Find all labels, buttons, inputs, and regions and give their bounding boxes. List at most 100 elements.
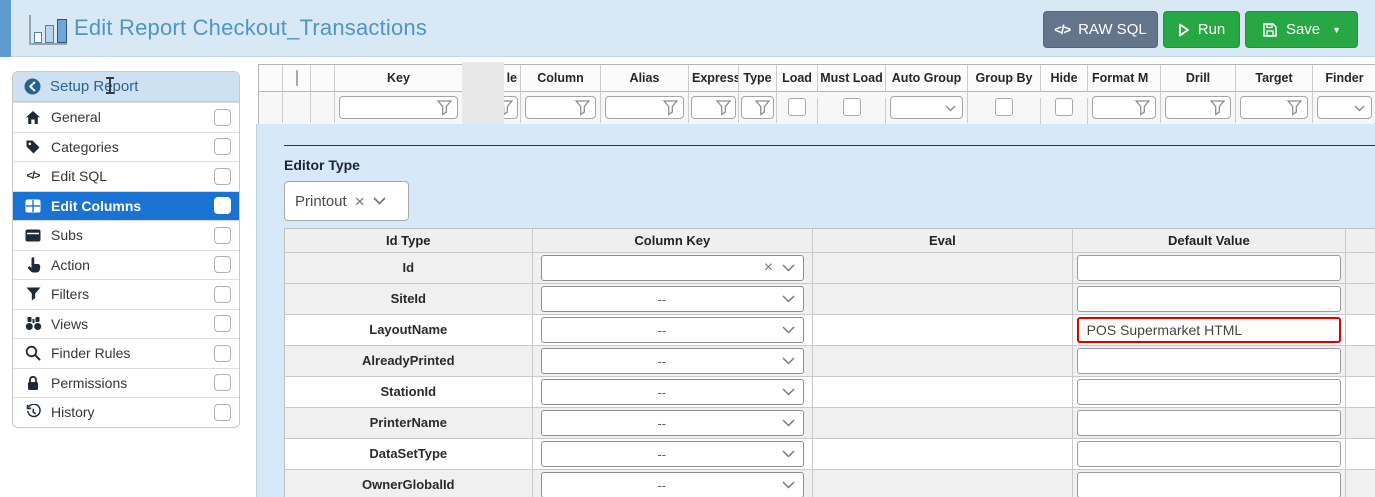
default-value-input[interactable] <box>1077 379 1342 405</box>
sidebar-header[interactable]: Setup Report <box>13 72 239 102</box>
history-checkbox[interactable] <box>214 404 231 421</box>
col-header-must-load[interactable]: Must Load <box>818 65 886 92</box>
sidebar-item-action[interactable]: Action <box>13 250 239 280</box>
must-load-filter-checkbox[interactable] <box>843 98 861 116</box>
chevron-down-icon[interactable] <box>782 264 795 272</box>
column-key-combobox[interactable]: × <box>541 255 805 281</box>
binoculars-icon <box>24 316 42 331</box>
col-header-load[interactable]: Load <box>777 65 818 92</box>
sidebar-item-finder-rules[interactable]: Finder Rules <box>13 338 239 368</box>
col-header-group-by[interactable]: Group By <box>968 65 1041 92</box>
hide-filter-checkbox[interactable] <box>1055 98 1073 116</box>
finder-filter-select[interactable] <box>1317 96 1372 119</box>
sidebar-item-views[interactable]: Views <box>13 309 239 339</box>
key-filter-input[interactable] <box>339 96 458 119</box>
chevron-down-icon[interactable] <box>373 197 386 205</box>
sidebar-item-permissions[interactable]: Permissions <box>13 368 239 398</box>
column-key-combobox[interactable]: -- <box>541 348 805 374</box>
eval-cell <box>813 377 1073 408</box>
default-value-input[interactable] <box>1077 410 1342 436</box>
auto-group-filter-select[interactable] <box>890 96 963 119</box>
sidebar-item-subs[interactable]: Subs <box>13 220 239 250</box>
combobox-value: -- <box>542 416 783 431</box>
col-header-format-mask[interactable]: Format M <box>1088 65 1161 92</box>
expression-filter-input[interactable] <box>691 96 736 119</box>
save-dropdown-caret-icon[interactable]: ▼ <box>1332 25 1341 35</box>
chevron-down-icon[interactable] <box>782 388 795 396</box>
editor-type-select[interactable]: Printout × <box>284 181 409 221</box>
sidebar-item-general[interactable]: General <box>13 102 239 132</box>
chevron-down-icon[interactable] <box>782 357 795 365</box>
col-header-expression[interactable]: Expressio <box>689 65 739 92</box>
column-key-combobox[interactable]: -- <box>541 441 805 467</box>
chevron-down-icon[interactable] <box>782 326 795 334</box>
clear-icon[interactable]: × <box>764 260 773 276</box>
type-filter-input[interactable] <box>741 96 774 119</box>
col-header-alias[interactable]: Alias <box>601 65 689 92</box>
sidebar-item-edit-sql[interactable]: </> Edit SQL <box>13 161 239 191</box>
permissions-checkbox[interactable] <box>214 374 231 391</box>
edit-columns-checkbox[interactable] <box>214 197 231 214</box>
table-row-layoutname: LayoutName -- <box>285 315 1375 346</box>
filter-funnel-icon <box>716 100 731 116</box>
general-checkbox[interactable] <box>214 109 231 126</box>
row-label: LayoutName <box>285 315 532 346</box>
eval-cell <box>813 346 1073 377</box>
table-row-id: Id × <box>285 253 1375 284</box>
default-value-input[interactable] <box>1077 255 1342 281</box>
save-button[interactable]: Save ▼ <box>1245 11 1358 48</box>
load-filter-checkbox[interactable] <box>788 98 806 116</box>
format-mask-filter-input[interactable] <box>1092 96 1156 119</box>
sidebar-item-history[interactable]: History <box>13 397 239 427</box>
col-header-drill[interactable]: Drill <box>1161 65 1236 92</box>
alias-filter-input[interactable] <box>605 96 684 119</box>
filters-checkbox[interactable] <box>214 286 231 303</box>
col-header-auto-group[interactable]: Auto Group <box>886 65 968 92</box>
drill-filter-input[interactable] <box>1165 96 1231 119</box>
edit-sql-checkbox[interactable] <box>214 168 231 185</box>
column-filter-input[interactable] <box>525 96 596 119</box>
column-key-combobox[interactable]: -- <box>541 317 805 343</box>
edit-columns-panel: Editor Type Printout × Id Type Column Ke… <box>256 124 1375 497</box>
chevron-down-icon[interactable] <box>782 450 795 458</box>
filter-funnel-icon <box>1135 100 1150 116</box>
default-value-input[interactable] <box>1077 441 1342 467</box>
sidebar-item-edit-columns[interactable]: Edit Columns <box>13 191 239 221</box>
col-header-target[interactable]: Target <box>1236 65 1313 92</box>
action-checkbox[interactable] <box>214 256 231 273</box>
finder-rules-checkbox[interactable] <box>214 345 231 362</box>
default-value-input[interactable] <box>1077 472 1342 497</box>
extra-cell <box>1346 377 1375 408</box>
col-header-key[interactable]: Key <box>335 65 463 92</box>
default-value-input[interactable] <box>1077 286 1342 312</box>
column-key-combobox[interactable]: -- <box>541 472 805 497</box>
col-header-type[interactable]: Type <box>739 65 777 92</box>
column-key-combobox[interactable]: -- <box>541 410 805 436</box>
group-by-filter-checkbox[interactable] <box>995 98 1013 116</box>
col-header-finder[interactable]: Finder <box>1313 65 1375 92</box>
select-all-checkbox[interactable] <box>296 70 298 86</box>
col-header-column[interactable]: Column <box>521 65 601 92</box>
chevron-down-icon[interactable] <box>782 481 795 489</box>
extra-cell <box>1346 439 1375 470</box>
remove-tag-icon[interactable]: × <box>355 193 365 210</box>
eval-cell <box>813 315 1073 346</box>
inbox-icon <box>24 229 42 242</box>
subs-checkbox[interactable] <box>214 227 231 244</box>
raw-sql-button[interactable]: </> RAW SQL <box>1043 11 1158 48</box>
column-key-combobox[interactable]: -- <box>541 286 805 312</box>
col-header-column-key: Column Key <box>533 229 814 253</box>
col-header-hide[interactable]: Hide <box>1041 65 1088 92</box>
target-filter-input[interactable] <box>1240 96 1308 119</box>
views-checkbox[interactable] <box>214 315 231 332</box>
column-key-combobox[interactable]: -- <box>541 379 805 405</box>
default-value-input-highlighted[interactable] <box>1077 317 1342 343</box>
default-value-input[interactable] <box>1077 348 1342 374</box>
sidebar-item-categories[interactable]: Categories <box>13 132 239 162</box>
back-circle-icon[interactable] <box>24 78 41 95</box>
run-button[interactable]: Run <box>1163 11 1240 48</box>
chevron-down-icon[interactable] <box>782 419 795 427</box>
sidebar-item-filters[interactable]: Filters <box>13 279 239 309</box>
categories-checkbox[interactable] <box>214 138 231 155</box>
chevron-down-icon[interactable] <box>782 295 795 303</box>
